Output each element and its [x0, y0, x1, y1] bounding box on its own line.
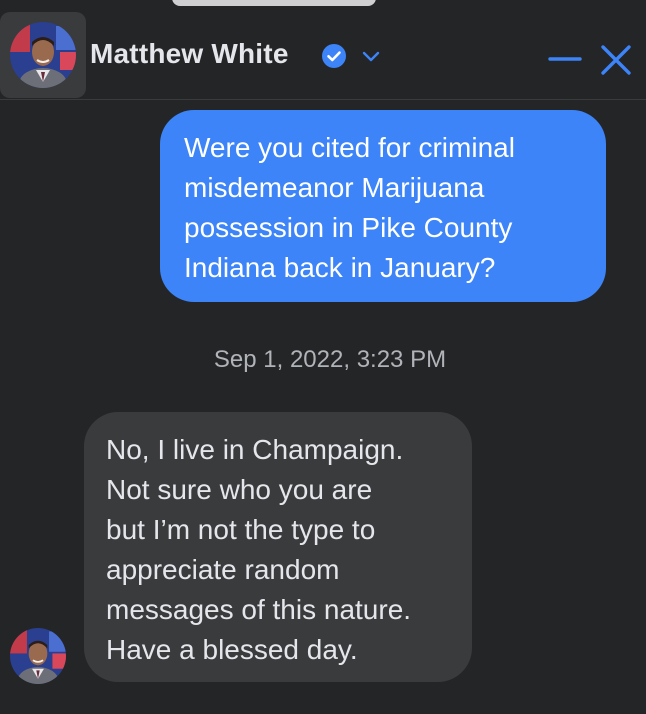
verified-badge-icon [322, 44, 346, 68]
outgoing-message-bubble[interactable]: Were you cited for criminal misdemeanor … [160, 110, 606, 302]
incoming-message-avatar[interactable] [10, 628, 66, 684]
minimize-icon[interactable] [548, 44, 582, 74]
chevron-down-icon[interactable] [360, 46, 382, 66]
header-avatar-button[interactable] [0, 12, 86, 98]
contact-avatar [10, 22, 76, 88]
contact-name[interactable]: Matthew White [90, 38, 289, 70]
message-timestamp: Sep 1, 2022, 3:23 PM [213, 346, 447, 373]
close-icon[interactable] [600, 44, 632, 76]
incoming-message-bubble[interactable]: No, I live in Champaign. Not sure who yo… [84, 412, 472, 682]
chat-header: Matthew White [0, 6, 646, 100]
chat-window: Matthew White Were you cited for crimina… [0, 0, 646, 714]
